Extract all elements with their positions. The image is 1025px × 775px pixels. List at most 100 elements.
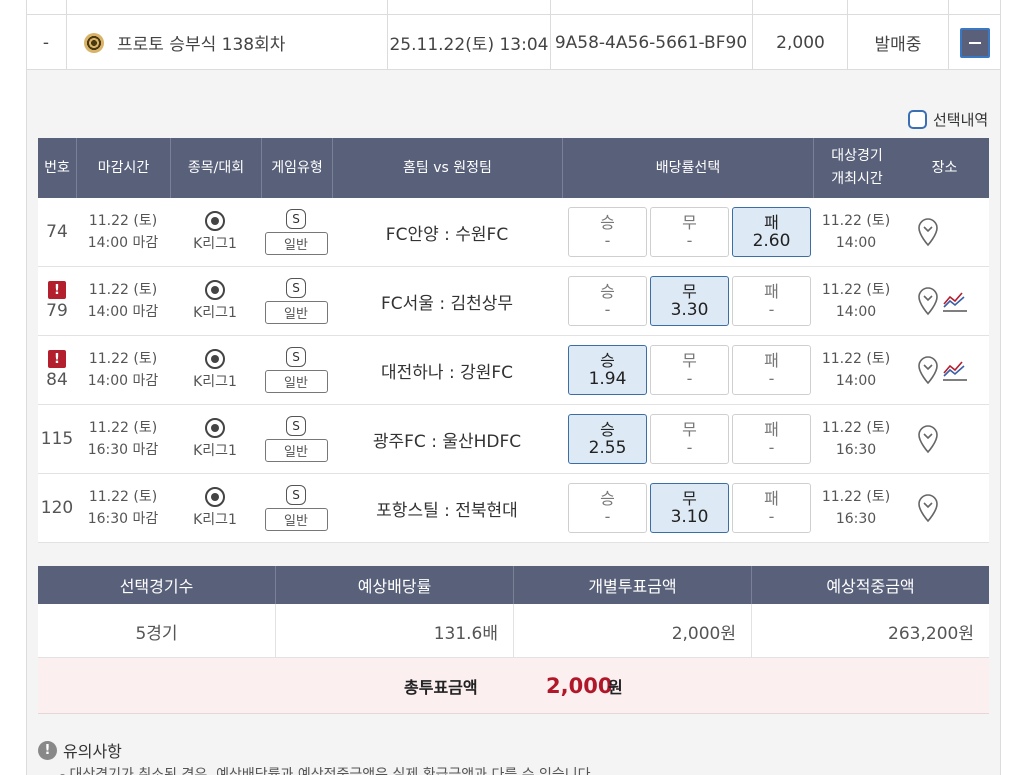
summary-expected: 263,200원 [888,623,974,644]
game-place [906,198,986,266]
summary-header-amount: 개별투표금액 [588,577,677,596]
odds-value: 2.60 [752,231,791,251]
game-number-value: 120 [40,498,74,518]
game-sport: K리그1 [170,336,260,404]
total-row: 총투표금액 2,000 원 [38,658,989,714]
odds-value: - [604,507,611,526]
header-num: 번호 [44,159,70,176]
game-teams: 대전하나 : 강원FC [380,362,514,383]
summary-values: 5경기 131.6배 2,000원 263,200원 [38,604,989,658]
collapse-button[interactable] [960,27,990,58]
order-row[interactable]: - 프로토 승부식 138회차 25.11.22(토) 13:04 9A58-4… [26,0,1001,70]
soccer-ball-icon [205,211,225,231]
divider [66,0,67,70]
event-time: 14:00 [835,235,877,251]
odds-label: 승 [600,282,615,301]
odds-value: - [768,438,775,457]
summary-count: 5경기 [135,623,178,644]
odds-value: 1.94 [588,369,627,389]
odds-button[interactable]: 패- [732,483,811,533]
summary-header: 선택경기수 예상배당률 개별투표금액 예상적중금액 [38,566,989,604]
game-number: 74 [38,198,76,266]
game-deadline: 11.22 (토) 14:00 마감 [78,336,168,404]
game-type: S 일반 [260,474,332,542]
odds-button[interactable]: 무- [650,414,729,464]
game-league: K리그1 [193,236,237,252]
s-badge: S [286,485,306,505]
game-teams: 광주FC : 울산HDFC [372,431,522,452]
odds-button[interactable]: 승 1.94 [568,345,647,395]
header-teams: 홈팀 vs 원정팀 [403,159,492,176]
header-type: 게임유형 [271,159,323,176]
select-history-checkbox[interactable] [908,110,927,129]
target-icon [84,32,104,53]
odds-button[interactable]: 패 2.60 [732,207,811,257]
game-deadline-time: 14:00 마감 [87,235,159,251]
game-type-badge: 일반 [264,439,328,462]
game-deadline-time: 14:00 마감 [87,373,159,389]
map-pin-icon[interactable] [916,286,940,316]
odds-button[interactable]: 패- [732,345,811,395]
odds-button[interactable]: 무 3.10 [650,483,729,533]
event-time: 16:30 [835,511,877,527]
order-status: 발매중 [874,35,922,55]
game-deadline: 11.22 (토) 14:00 마감 [78,267,168,335]
table-row: 120 11.22 (토) 16:30 마감 K리그1 S 일반 포항스틸 : 전북현대 승 -… [38,474,989,543]
odds-button[interactable]: 승- [568,207,647,257]
trend-chart-icon[interactable] [942,357,968,383]
header-event-line2: 개최시간 [831,171,883,187]
trend-chart-icon[interactable] [942,288,968,314]
header-place: 장소 [931,159,958,176]
game-number: ! 79 [38,267,76,335]
game-number: 115 [38,405,76,473]
alert-icon[interactable]: ! [48,350,66,368]
s-badge: S [286,278,306,298]
s-badge: S [286,416,306,436]
table-row: ! 84 11.22 (토) 14:00 마감 K리그1 S 일반 대전하나 : 강원FC 승 1… [38,336,989,405]
table-row: ! 79 11.22 (토) 14:00 마감 K리그1 S 일반 FC서울 : 김천상무 승 -… [38,267,989,336]
odds-button[interactable]: 무- [650,345,729,395]
odds-button[interactable]: 승 2.55 [568,414,647,464]
summary-amount: 2,000원 [671,623,736,644]
odds-value: - [768,369,775,388]
select-history-toggle[interactable]: 선택내역 [908,109,988,130]
alert-icon[interactable]: ! [48,281,66,299]
event-date: 11.22 (토) [821,489,891,505]
order-name-cell: 프로토 승부식 138회차 [84,15,384,70]
map-pin-icon[interactable] [916,424,940,454]
game-deadline: 11.22 (토) 16:30 마감 [78,405,168,473]
game-deadline-time: 16:30 마감 [87,442,159,458]
map-pin-icon[interactable] [916,355,940,385]
order-amount: 2,000 [776,32,825,53]
game-league: K리그1 [193,374,237,390]
event-date: 11.22 (토) [821,351,891,367]
odds-button[interactable]: 패- [732,276,811,326]
game-deadline-time: 16:30 마감 [87,511,159,527]
odds-label: 패 [764,489,779,508]
odds-label: 무 [682,282,697,301]
game-deadline-time: 14:00 마감 [87,304,159,320]
odds-button[interactable]: 무- [650,207,729,257]
odds-button[interactable]: 무 3.30 [650,276,729,326]
odds-button[interactable]: 승- [568,276,647,326]
odds-label: 무 [682,420,697,439]
odds-value: - [768,507,775,526]
order-dash: - [42,32,50,53]
game-place [906,336,986,404]
event-date: 11.22 (토) [821,282,891,298]
game-type: S 일반 [260,267,332,335]
odds-value: 2.55 [588,438,627,458]
odds-button[interactable]: 승- [568,483,647,533]
odds-label: 패 [764,351,779,370]
map-pin-icon[interactable] [916,493,940,523]
game-sport: K리그1 [170,267,260,335]
map-pin-icon[interactable] [916,217,940,247]
game-number-value: 115 [40,429,74,449]
odds-button[interactable]: 패- [732,414,811,464]
game-event-time: 11.22 (토) 14:00 [814,267,898,335]
game-league: K리그1 [193,443,237,459]
odds-value: 3.30 [670,300,709,320]
table-row: 74 11.22 (토) 14:00 마감 K리그1 S 일반 FC안양 : 수원FC 승 - 무… [38,198,989,267]
soccer-ball-icon [205,487,225,507]
game-teams: 포항스틸 : 전북현대 [376,500,518,521]
